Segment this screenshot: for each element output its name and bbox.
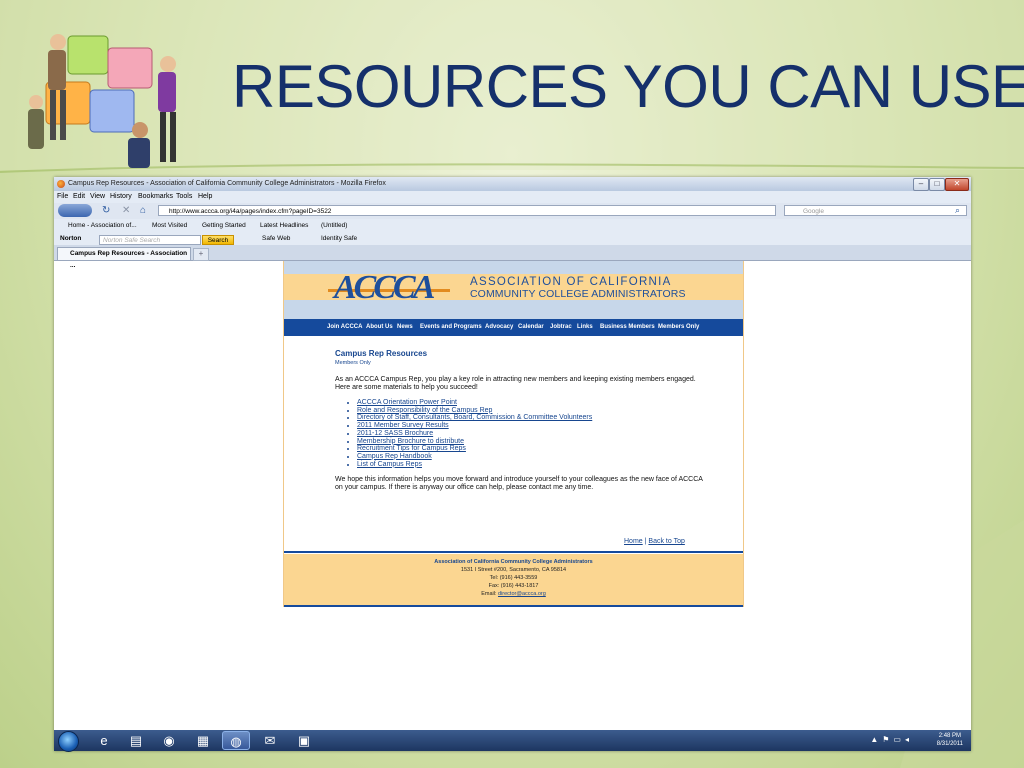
stop-icon[interactable]: ✕ [122, 205, 130, 217]
org-name-line1: ASSOCIATION OF CALIFORNIA [470, 276, 672, 288]
org-name-line2: COMMUNITY COLLEGE ADMINISTRATORS [470, 288, 686, 300]
bookmark-home[interactable]: Home - Association of... [68, 222, 137, 229]
bookmark-latest-headlines[interactable]: Latest Headlines [260, 222, 308, 229]
menu-history[interactable]: History [110, 193, 132, 200]
nav-events[interactable]: Events and Programs [420, 324, 482, 330]
google-search-input[interactable]: Google [784, 205, 967, 216]
intro-text: As an ACCCA Campus Rep, you play a key r… [335, 376, 696, 391]
clock-date: 8/31/2011 [936, 741, 963, 747]
nav-links[interactable]: Links [577, 324, 593, 330]
window-titlebar: Campus Rep Resources - Association of Ca… [54, 177, 971, 191]
close-button[interactable]: ✕ [945, 178, 969, 191]
media-player-icon[interactable]: ◉ [155, 731, 183, 750]
page-content: Campus Rep Resources Members Only As an … [335, 349, 705, 492]
nav-calendar[interactable]: Calendar [518, 324, 544, 330]
footer-tel: Tel: (916) 443-3559 [489, 575, 538, 581]
norton-toolbar: Norton Norton Safe Search Search Safe We… [54, 232, 971, 245]
norton-brand[interactable]: Norton [60, 235, 81, 242]
menu-tools[interactable]: Tools [176, 193, 192, 200]
clock[interactable]: 2:48 PM 8/31/2011 [937, 732, 963, 748]
norton-search-input[interactable]: Norton Safe Search [99, 235, 201, 245]
menu-edit[interactable]: Edit [73, 193, 85, 200]
nav-advocacy[interactable]: Advocacy [485, 324, 513, 330]
resource-link[interactable]: Role and Responsibility of the Campus Re… [357, 407, 705, 415]
bookmark-untitled[interactable]: (Untitled) [321, 222, 347, 229]
nav-about[interactable]: About Us [366, 324, 393, 330]
window-title: Campus Rep Resources - Association of Ca… [68, 180, 386, 187]
safe-web-button[interactable]: Safe Web [262, 235, 290, 242]
outro-text: We hope this information helps you move … [335, 476, 703, 492]
search-icon[interactable]: ⌕ [955, 204, 960, 216]
nav-members-only[interactable]: Members Only [658, 324, 699, 330]
reload-icon[interactable]: ↻ [102, 205, 110, 217]
identity-safe-button[interactable]: Identity Safe [321, 235, 357, 242]
footer-org: Association of California Community Coll… [434, 559, 593, 565]
internet-explorer-icon[interactable]: e [90, 731, 118, 750]
browser-window: Campus Rep Resources - Association of Ca… [54, 177, 971, 751]
tab-bar: Campus Rep Resources - Association ... + [54, 245, 971, 269]
new-tab-button[interactable]: + [193, 248, 209, 261]
nav-jobtrac[interactable]: Jobtrac [550, 324, 572, 330]
page-footer-links: Home | Back to Top [624, 538, 685, 545]
footer-address: 1531 I Street #200, Sacramento, CA 95814 [460, 567, 567, 573]
menu-bookmarks[interactable]: Bookmarks [138, 193, 173, 200]
accca-page: ACCCA ASSOCIATION OF CALIFORNIA COMMUNIT… [283, 261, 744, 607]
system-tray-icons[interactable]: ▲⚑▭◂ [870, 735, 913, 744]
bookmark-getting-started[interactable]: Getting Started [202, 222, 246, 229]
clock-time: 2:48 PM [938, 733, 962, 739]
footer-email-link[interactable]: director@accca.org [498, 591, 546, 597]
puzzle-people-illustration [28, 34, 176, 168]
menu-file[interactable]: File [57, 193, 68, 200]
nav-join[interactable]: Join ACCCA [327, 324, 362, 330]
minimize-button[interactable]: – [913, 178, 929, 191]
firefox-icon [57, 180, 65, 188]
nav-business-members[interactable]: Business Members [600, 324, 655, 330]
resource-link[interactable]: ACCCA Orientation Power Point [357, 399, 705, 407]
tab-campus-rep-resources[interactable]: Campus Rep Resources - Association ... [57, 247, 191, 269]
resource-link[interactable]: Membership Brochure to distribute [357, 438, 705, 446]
outlook-icon[interactable]: ✉ [256, 731, 284, 750]
resource-links: ACCCA Orientation Power Point Role and R… [335, 399, 705, 468]
footer-fax: Fax: (916) 443-1817 [488, 583, 539, 589]
site-nav: Join ACCCA About Us News Events and Prog… [284, 319, 743, 336]
norton-search-button[interactable]: Search [202, 235, 234, 245]
windows-taskbar: e ▤ ◉ ▦ ◍ ✉ ▣ ▲⚑▭◂ 2:48 PM 8/31/2011 [54, 730, 971, 752]
page-title: Campus Rep Resources [335, 349, 428, 358]
folder-icon[interactable]: ▤ [122, 731, 150, 750]
back-forward-button[interactable] [58, 204, 92, 217]
page-subtitle: Members Only [335, 360, 371, 366]
navigation-toolbar: ↻ ✕ ⌂ http://www.accca.org/i4a/pages/ind… [54, 203, 971, 219]
home-icon[interactable]: ⌂ [140, 205, 146, 217]
powerpoint-icon[interactable]: ▣ [290, 731, 318, 750]
bookmark-most-visited[interactable]: Most Visited [152, 222, 187, 229]
link-separator: | [644, 538, 647, 545]
menu-view[interactable]: View [90, 193, 105, 200]
maximize-button[interactable]: □ [929, 178, 945, 191]
footer-email-label: Email: [481, 591, 497, 597]
resource-link[interactable]: 2011-12 SASS Brochure [357, 430, 705, 438]
home-link[interactable]: Home [624, 538, 643, 545]
excel-icon[interactable]: ▦ [189, 731, 217, 750]
bookmarks-toolbar: Home - Association of... Most Visited Ge… [54, 219, 971, 232]
site-footer: Association of California Community Coll… [284, 554, 743, 605]
resource-link[interactable]: List of Campus Reps [357, 461, 705, 469]
resource-link[interactable]: Directory of Staff, Consultants, Board, … [357, 414, 705, 422]
start-button[interactable] [58, 731, 79, 752]
url-bar[interactable]: http://www.accca.org/i4a/pages/index.cfm… [158, 205, 776, 216]
slide-title: RESOURCES YOU CAN USE [232, 53, 1024, 120]
accca-logo[interactable]: ACCCA [334, 271, 435, 305]
firefox-taskbar-icon[interactable]: ◍ [222, 731, 250, 750]
resource-link[interactable]: Recruitment Tips for Campus Reps [357, 445, 705, 453]
nav-news[interactable]: News [397, 324, 413, 330]
resource-link[interactable]: 2011 Member Survey Results [357, 422, 705, 430]
resource-link[interactable]: Campus Rep Handbook [357, 453, 705, 461]
back-to-top-link[interactable]: Back to Top [648, 538, 684, 545]
menu-bar: File Edit View History Bookmarks Tools H… [54, 191, 971, 203]
menu-help[interactable]: Help [198, 193, 212, 200]
